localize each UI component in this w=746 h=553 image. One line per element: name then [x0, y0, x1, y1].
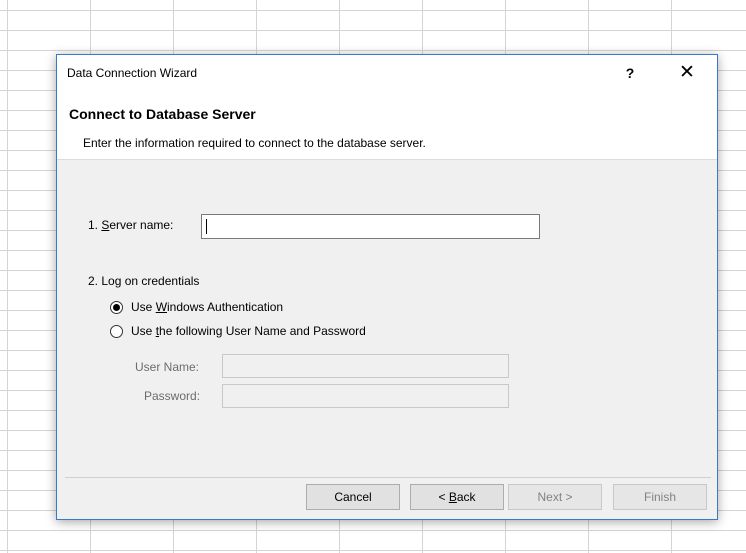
radio-selected-dot: [113, 304, 120, 311]
page-title: Connect to Database Server: [69, 106, 256, 122]
button-separator: [65, 477, 711, 478]
user-name-input[interactable]: [222, 354, 509, 378]
page-subtitle: Enter the information required to connec…: [83, 136, 426, 150]
wizard-header: Connect to Database Server Enter the inf…: [57, 91, 717, 160]
close-icon: ✕: [679, 62, 695, 83]
cancel-button[interactable]: Cancel: [306, 484, 400, 510]
server-name-label: 1. Server name:: [88, 218, 174, 232]
username-password-label[interactable]: Use the following User Name and Password: [131, 324, 366, 338]
username-password-radio[interactable]: [110, 325, 123, 338]
dialog-title: Data Connection Wizard: [67, 66, 198, 80]
title-bar: Data Connection Wizard ? ✕: [57, 55, 717, 91]
password-input[interactable]: [222, 384, 509, 408]
password-label: Password:: [144, 389, 201, 403]
back-button[interactable]: < Back: [410, 484, 504, 510]
help-button[interactable]: ?: [617, 59, 643, 87]
next-button[interactable]: Next >: [508, 484, 602, 510]
user-name-label: User Name:: [135, 360, 200, 374]
windows-auth-radio[interactable]: [110, 301, 123, 314]
finish-button[interactable]: Finish: [613, 484, 707, 510]
text-caret: [206, 219, 207, 234]
data-connection-wizard-dialog: Data Connection Wizard ? ✕ Connect to Da…: [56, 54, 718, 520]
close-button[interactable]: ✕: [669, 59, 705, 87]
windows-auth-label[interactable]: Use Windows Authentication: [131, 300, 283, 314]
credentials-label: 2. Log on credentials: [88, 274, 200, 288]
server-name-input[interactable]: [201, 214, 540, 239]
